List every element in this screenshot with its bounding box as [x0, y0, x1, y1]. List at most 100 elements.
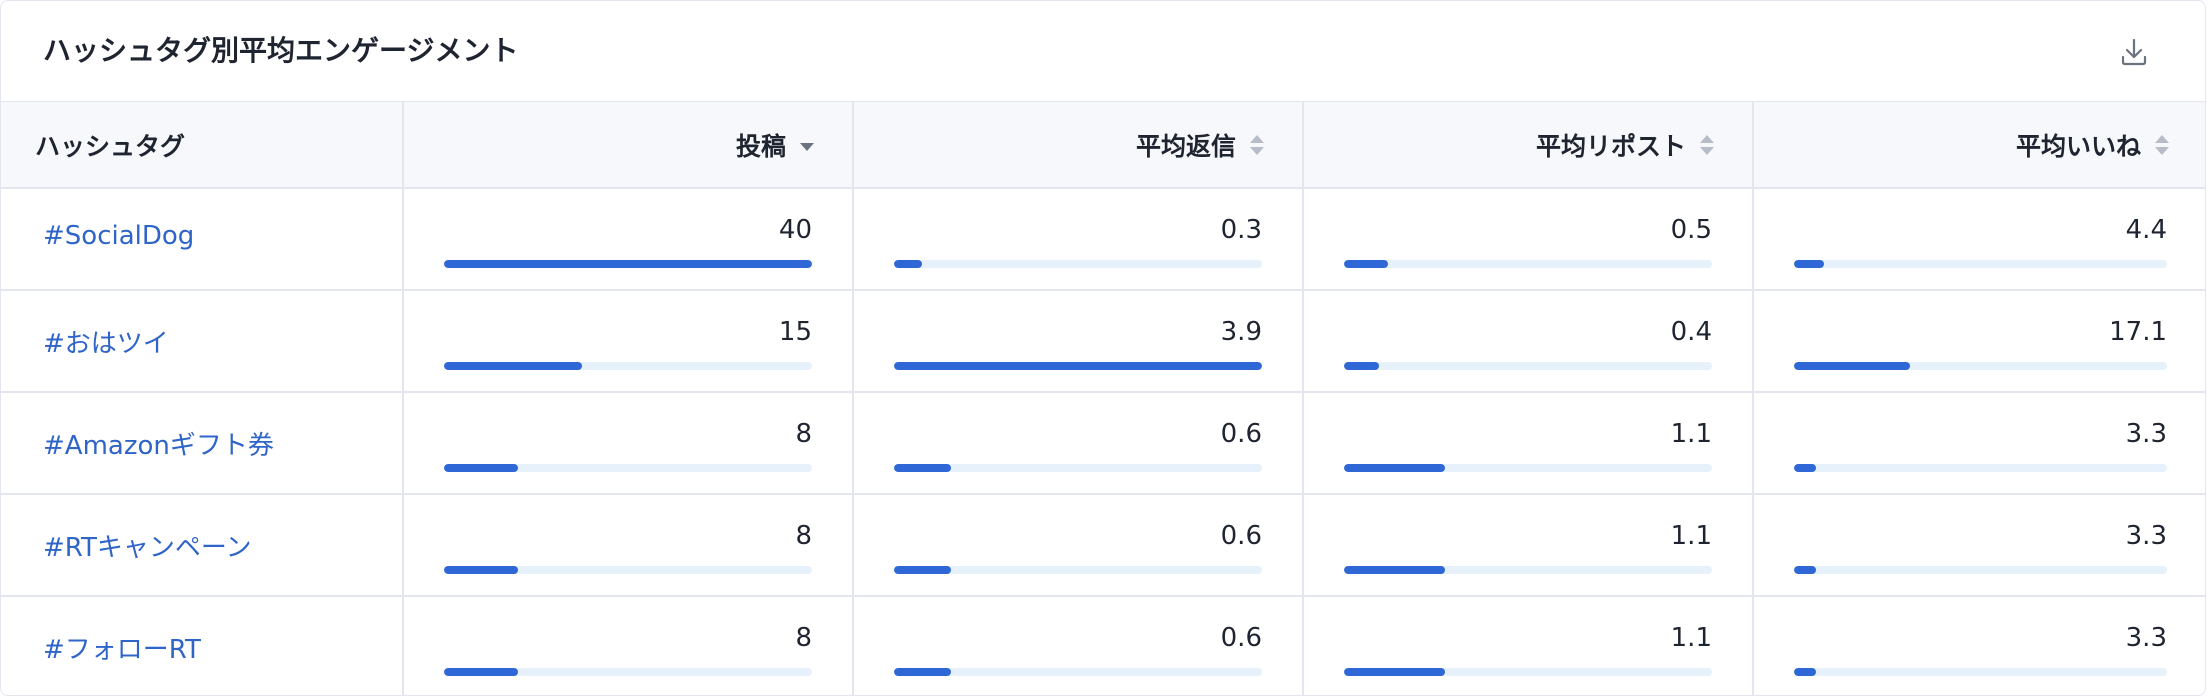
avg-reposts-bar-fill [1344, 260, 1389, 268]
avg-replies-value: 0.6 [1220, 419, 1262, 449]
avg-replies-value: 0.6 [1220, 623, 1262, 653]
posts-bar [444, 260, 812, 268]
posts-cell: 40 [403, 188, 854, 291]
posts-bar-fill [444, 566, 518, 574]
table-row: #フォローRT 8 0.6 1.1 3.3 [1, 596, 2205, 695]
avg-reposts-bar [1344, 464, 1712, 472]
table-row: #RTキャンペーン 8 0.6 1.1 3.3 [1, 494, 2205, 597]
avg-replies-cell: 0.6 [853, 596, 1304, 695]
posts-bar-fill [444, 668, 518, 676]
column-header-hashtag[interactable]: ハッシュタグ [1, 102, 404, 189]
avg-replies-bar [894, 668, 1262, 676]
sort-both-icon [1698, 132, 1716, 158]
avg-reposts-bar [1344, 566, 1712, 574]
avg-replies-cell: 0.6 [853, 494, 1304, 597]
avg-replies-value: 0.3 [1220, 215, 1262, 245]
sort-desc-icon [798, 132, 816, 158]
avg-reposts-value: 0.4 [1670, 317, 1712, 347]
download-icon [2116, 34, 2152, 70]
avg-replies-bar [894, 464, 1262, 472]
avg-replies-cell: 0.3 [853, 188, 1304, 291]
avg-likes-bar [1794, 668, 2167, 676]
avg-likes-bar [1794, 566, 2167, 574]
avg-likes-bar-fill [1794, 566, 1817, 574]
avg-reposts-cell: 0.4 [1303, 290, 1754, 393]
posts-bar [444, 566, 812, 574]
avg-reposts-cell: 0.5 [1303, 188, 1754, 291]
posts-value: 8 [795, 521, 812, 551]
avg-replies-cell: 0.6 [853, 392, 1304, 495]
hashtag-link[interactable]: #フォローRT [43, 629, 201, 666]
column-header-label: 平均いいね [2015, 131, 2141, 161]
table-header-row: ハッシュタグ 投稿 平均返信 平均リポスト 平均いいね [1, 102, 2205, 189]
avg-likes-bar-fill [1794, 668, 1817, 676]
sort-both-icon [2153, 132, 2171, 158]
table-row: #SocialDog 40 0.3 0.5 4.4 [1, 188, 2205, 291]
avg-replies-bar-fill [894, 566, 951, 574]
avg-reposts-bar-fill [1344, 566, 1446, 574]
avg-replies-cell: 3.9 [853, 290, 1304, 393]
avg-reposts-value: 1.1 [1670, 521, 1712, 551]
column-header-avg-likes[interactable]: 平均いいね [1753, 102, 2205, 189]
card-title: ハッシュタグ別平均エンゲージメント [43, 34, 519, 67]
avg-reposts-bar [1344, 260, 1712, 268]
avg-likes-bar-fill [1794, 260, 1824, 268]
column-header-avg-replies[interactable]: 平均返信 [853, 102, 1304, 189]
table-row: #おはツイ 15 3.9 0.4 17.1 [1, 290, 2205, 393]
avg-likes-cell: 3.3 [1753, 596, 2205, 695]
avg-reposts-value: 1.1 [1670, 419, 1712, 449]
avg-likes-bar [1794, 464, 2167, 472]
hashtag-cell: #Amazonギフト券 [1, 392, 404, 495]
hashtag-link[interactable]: #Amazonギフト券 [43, 425, 274, 462]
hashtag-cell: #RTキャンペーン [1, 494, 404, 597]
hashtag-link[interactable]: #RTキャンペーン [43, 527, 252, 564]
avg-likes-value: 3.3 [2125, 521, 2167, 551]
hashtag-cell: #おはツイ [1, 290, 404, 393]
avg-reposts-bar [1344, 362, 1712, 370]
avg-likes-value: 3.3 [2125, 419, 2167, 449]
hashtag-cell: #SocialDog [1, 188, 404, 291]
download-button[interactable] [2116, 34, 2152, 70]
posts-value: 40 [778, 215, 812, 245]
avg-likes-bar [1794, 362, 2167, 370]
hashtag-table: ハッシュタグ 投稿 平均返信 平均リポスト 平均いいね #SocialDog 4… [1, 102, 2205, 695]
posts-bar [444, 362, 812, 370]
avg-replies-bar-fill [894, 464, 951, 472]
sort-both-icon [1248, 132, 1266, 158]
avg-reposts-value: 1.1 [1670, 623, 1712, 653]
avg-reposts-cell: 1.1 [1303, 494, 1754, 597]
posts-value: 15 [778, 317, 812, 347]
posts-cell: 8 [403, 596, 854, 695]
avg-likes-value: 17.1 [2109, 317, 2167, 347]
avg-reposts-cell: 1.1 [1303, 596, 1754, 695]
card-header: ハッシュタグ別平均エンゲージメント [1, 1, 2205, 102]
column-header-avg-reposts[interactable]: 平均リポスト [1303, 102, 1754, 189]
avg-replies-bar-fill [894, 362, 1262, 370]
avg-replies-bar-fill [894, 668, 951, 676]
avg-replies-value: 3.9 [1220, 317, 1262, 347]
column-header-label: 平均返信 [1135, 131, 1236, 161]
avg-reposts-cell: 1.1 [1303, 392, 1754, 495]
avg-likes-value: 4.4 [2125, 215, 2167, 245]
posts-bar [444, 464, 812, 472]
avg-replies-bar [894, 362, 1262, 370]
column-header-label: ハッシュタグ [35, 131, 186, 161]
posts-cell: 8 [403, 392, 854, 495]
column-header-label: 平均リポスト [1535, 131, 1686, 161]
avg-likes-bar-fill [1794, 362, 1910, 370]
column-header-label: 投稿 [735, 131, 786, 161]
posts-bar-fill [444, 362, 582, 370]
avg-replies-bar-fill [894, 260, 923, 268]
posts-cell: 8 [403, 494, 854, 597]
avg-reposts-bar-fill [1344, 362, 1379, 370]
hashtag-link[interactable]: #SocialDog [43, 221, 194, 251]
avg-likes-bar-fill [1794, 464, 1817, 472]
avg-replies-value: 0.6 [1220, 521, 1262, 551]
avg-reposts-bar-fill [1344, 464, 1446, 472]
posts-bar [444, 668, 812, 676]
posts-bar-fill [444, 464, 518, 472]
column-header-posts[interactable]: 投稿 [403, 102, 854, 189]
hashtag-link[interactable]: #おはツイ [43, 323, 169, 360]
posts-cell: 15 [403, 290, 854, 393]
avg-replies-bar [894, 566, 1262, 574]
